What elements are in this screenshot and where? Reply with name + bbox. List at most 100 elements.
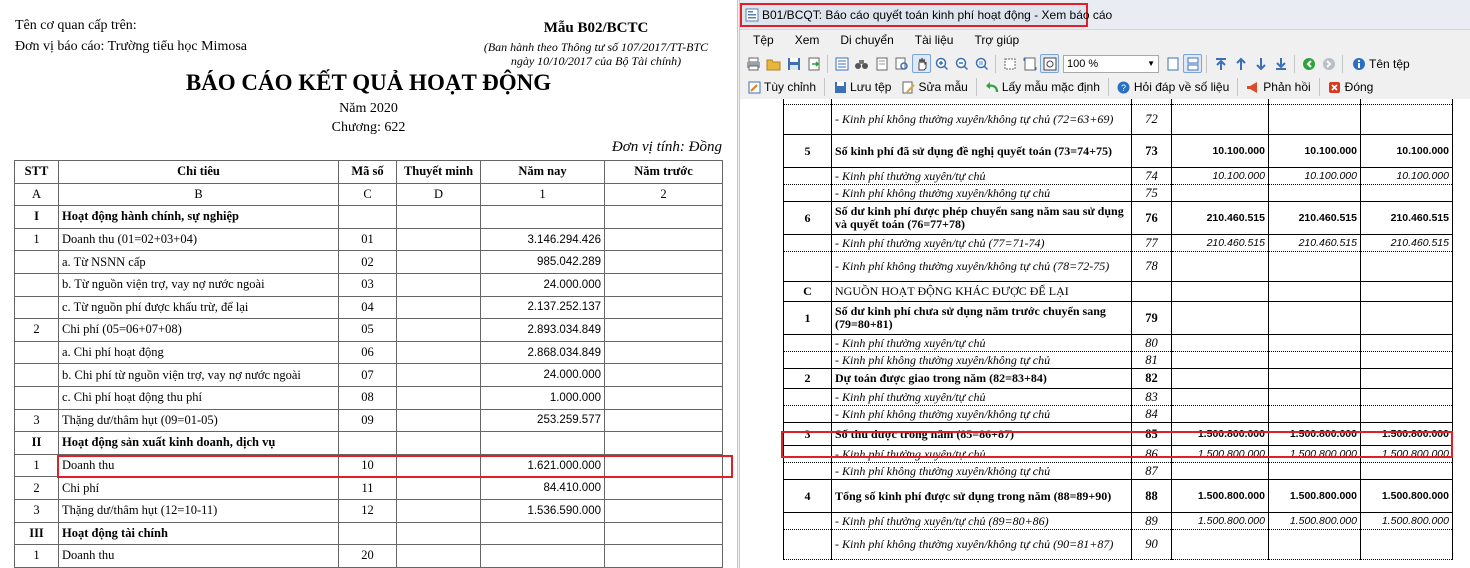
action-toolbar: Tùy chỉnh Lưu tệp Sửa mẫu Lấy mẫu mặc đị… xyxy=(740,76,1470,98)
row-label: - Kinh phí thường xuyên/tự chủ xyxy=(831,445,1132,463)
row-value-1: 10.100.000 xyxy=(1171,167,1269,185)
zoom-region-icon[interactable] xyxy=(972,54,991,73)
menu-view[interactable]: Xem xyxy=(782,31,828,51)
fit-width-icon[interactable] xyxy=(1000,54,1019,73)
previous-page-icon[interactable] xyxy=(1231,54,1250,73)
row-value-2: 210.460.515 xyxy=(1268,234,1361,252)
back-icon[interactable] xyxy=(1299,54,1318,73)
row-value-1 xyxy=(1171,529,1269,560)
row-code: 06 xyxy=(338,340,397,365)
row-value-1 xyxy=(1171,368,1269,389)
report-preview-area[interactable]: 1.500.800.000 1.500.800.000 1.500.800.000 -… xyxy=(740,99,1470,568)
column-header: Chỉ tiêu xyxy=(58,160,339,184)
table-row: - Kinh phí thường xuyên/tự chủ 80 xyxy=(783,334,1453,352)
page-setup-icon[interactable] xyxy=(872,54,891,73)
save-file-button[interactable]: Lưu tệp xyxy=(828,80,896,94)
menu-file[interactable]: Tệp xyxy=(740,31,782,51)
row-prior-year xyxy=(604,544,723,568)
row-code xyxy=(338,205,397,229)
row-value-1: 1.500.800.000 xyxy=(1171,512,1269,530)
actual-size-icon[interactable] xyxy=(1040,54,1059,73)
row-prior-year xyxy=(604,431,723,455)
row-label: Thặng dư/thâm hụt (09=01-05) xyxy=(58,408,339,433)
table-row: I Hoạt động hành chính, sự nghiệp xyxy=(14,205,723,229)
zoom-value: 100 % xyxy=(1067,57,1099,70)
last-page-icon[interactable] xyxy=(1271,54,1290,73)
continuous-page-icon[interactable] xyxy=(1183,54,1202,73)
form-note-line-2: ngày 10/10/2017 của Bộ Tài chính) xyxy=(510,54,682,68)
menu-navigate[interactable]: Di chuyển xyxy=(827,31,901,51)
row-value-2: 10.100.000 xyxy=(1268,167,1361,185)
row-stt: II xyxy=(14,431,59,455)
table-row: 2 Dự toán được giao trong năm (82=83+84) 8… xyxy=(783,368,1453,389)
table-row: - Kinh phí không thường xuyên/không tự c… xyxy=(783,184,1453,202)
print-icon[interactable] xyxy=(744,54,763,73)
customize-button[interactable]: Tùy chỉnh xyxy=(742,80,821,94)
open-folder-icon[interactable] xyxy=(764,54,783,73)
feedback-label: Phản hồi xyxy=(1263,80,1311,94)
magnifier-page-icon[interactable] xyxy=(892,54,911,73)
zoom-out-icon[interactable] xyxy=(952,54,971,73)
reporting-unit-line: Đơn vị báo cáo: Trường tiểu học Mimosa xyxy=(15,39,247,54)
edit-template-button[interactable]: Sửa mẫu xyxy=(896,80,972,94)
row-note xyxy=(396,385,481,410)
zoom-select[interactable]: 100 % ▼ xyxy=(1063,54,1159,73)
menu-help[interactable]: Trợ giúp xyxy=(961,31,1027,51)
feedback-button[interactable]: Phản hồi xyxy=(1241,80,1315,94)
row-label: Doanh thu xyxy=(58,544,339,568)
toolbar-separator xyxy=(975,78,977,96)
row-value-2 xyxy=(1268,368,1361,389)
svg-text:?: ? xyxy=(1121,83,1126,93)
row-stt xyxy=(783,512,832,530)
row-value-1 xyxy=(1171,251,1269,282)
report-page: 1.500.800.000 1.500.800.000 1.500.800.000 -… xyxy=(740,99,1470,568)
row-current-year: 84.410.000 xyxy=(480,476,605,500)
undo-arrow-icon xyxy=(985,80,999,94)
row-stt xyxy=(783,334,832,352)
row-stt: 2 xyxy=(14,476,59,500)
table-row: 6 Số dư kinh phí được phép chuyển sang nă… xyxy=(783,201,1453,235)
row-current-year: 24.000.000 xyxy=(480,363,605,387)
next-page-icon[interactable] xyxy=(1251,54,1270,73)
menu-document[interactable]: Tài liệu xyxy=(902,31,962,51)
row-code: 02 xyxy=(338,250,397,274)
row-label: Dự toán được giao trong năm (82=83+84) xyxy=(831,368,1132,389)
row-prior-year xyxy=(604,408,723,433)
row-value-2 xyxy=(1268,388,1361,406)
save-icon[interactable] xyxy=(784,54,803,73)
default-template-button[interactable]: Lấy mẫu mặc định xyxy=(980,80,1105,94)
data-qa-button[interactable]: ? Hỏi đáp về số liệu xyxy=(1112,80,1234,94)
row-note xyxy=(396,250,481,274)
table-row: 1 Doanh thu 20 xyxy=(14,544,723,568)
forward-icon[interactable] xyxy=(1319,54,1338,73)
row-note xyxy=(396,227,481,252)
info-icon xyxy=(1353,57,1365,70)
find-binoculars-icon[interactable] xyxy=(852,54,871,73)
first-page-icon[interactable] xyxy=(1211,54,1230,73)
row-stt xyxy=(14,385,59,410)
table-row: - Kinh phí thường xuyên/tự chủ 74 10.100.0… xyxy=(783,167,1453,185)
single-page-icon[interactable] xyxy=(1163,54,1182,73)
close-button[interactable]: Đóng xyxy=(1323,80,1379,94)
export-icon[interactable] xyxy=(804,54,823,73)
row-current-year: 2.893.034.849 xyxy=(480,318,605,342)
report-app-icon xyxy=(745,8,759,22)
hand-tool-icon[interactable] xyxy=(912,54,931,73)
fit-page-icon[interactable] xyxy=(1020,54,1039,73)
edit-template-label: Sửa mẫu xyxy=(918,80,968,94)
row-value-1 xyxy=(1171,351,1269,369)
row-note xyxy=(396,453,481,478)
row-label: c. Chi phí hoạt động thu phí xyxy=(58,385,339,410)
report-chapter: Chương: 622 xyxy=(331,120,406,135)
row-value-3: 1.500.800.000 xyxy=(1360,512,1453,530)
row-value-2 xyxy=(1268,281,1361,302)
zoom-in-icon[interactable] xyxy=(932,54,951,73)
row-value-3 xyxy=(1360,388,1453,406)
row-stt xyxy=(783,251,832,282)
file-name-button[interactable]: Tên tệp xyxy=(1347,57,1415,71)
outline-icon[interactable] xyxy=(832,54,851,73)
row-value-2: 1.500.800.000 xyxy=(1268,445,1361,463)
row-note xyxy=(396,431,481,455)
row-value-3 xyxy=(1360,334,1453,352)
column-header: Năm nay xyxy=(480,160,605,184)
